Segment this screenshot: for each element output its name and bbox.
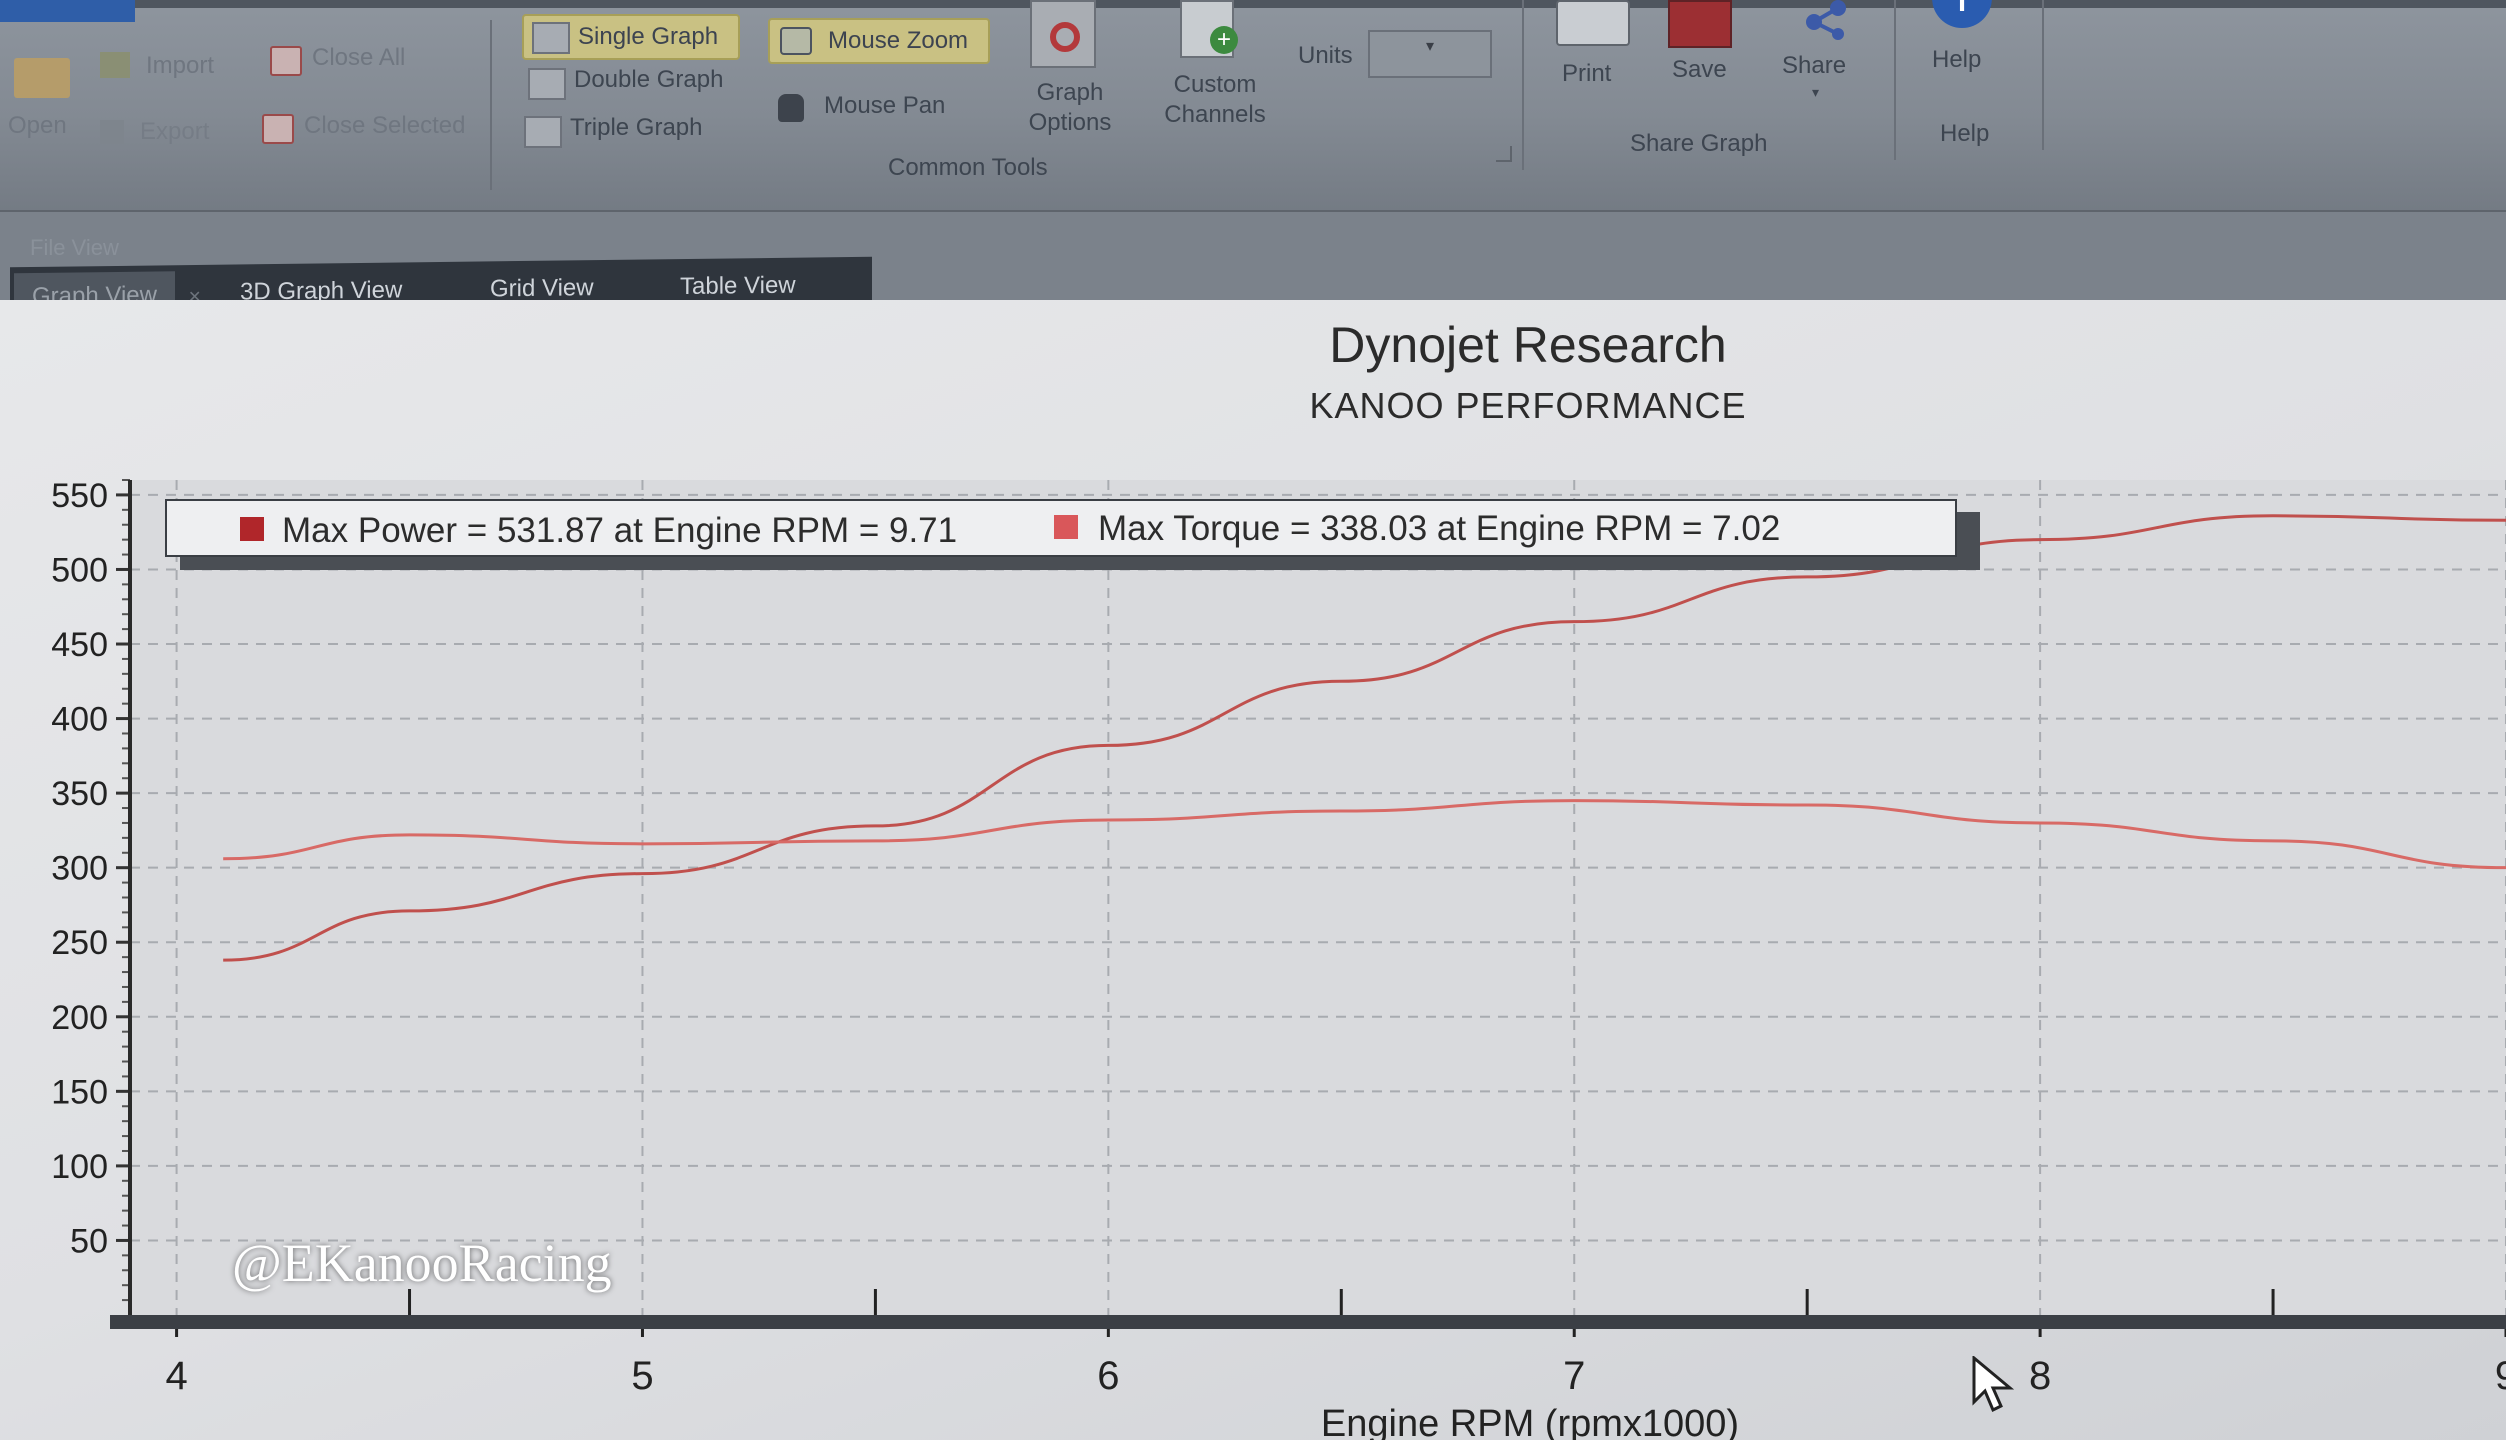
close-all-label: Close All <box>312 44 406 71</box>
legend: Max Power = 531.87 at Engine RPM = 9.71 … <box>165 499 1980 570</box>
units-label: Units <box>1298 42 1353 69</box>
tab-table-view[interactable]: Table View <box>680 272 796 301</box>
help-label: Help <box>1932 46 1982 73</box>
x-tick-label: 6 <box>1097 1354 1119 1398</box>
mouse-zoom-button[interactable]: Mouse Zoom <box>768 18 990 64</box>
y-tick-label: 400 <box>51 701 108 739</box>
open-button[interactable]: Open <box>8 50 78 140</box>
import-icon <box>100 52 130 78</box>
legend-swatch-torque <box>1054 515 1078 539</box>
graph-options-label: Graph Options <box>1028 79 1112 136</box>
x-axis-bar <box>110 1315 2506 1329</box>
share-graph-group-label: Share Graph <box>1630 130 1768 157</box>
mouse-pan-label: Mouse Pan <box>824 92 946 119</box>
magnifier-icon <box>780 27 812 55</box>
save-label: Save <box>1672 56 1727 83</box>
y-tick-label: 50 <box>70 1222 108 1260</box>
close-selected-label: Close Selected <box>304 112 466 139</box>
group-separator <box>490 20 492 190</box>
y-tick-label: 100 <box>51 1148 108 1186</box>
common-tools-group-label: Common Tools <box>888 154 1048 181</box>
floppy-disk-icon <box>1668 0 1732 48</box>
help-info-icon: i <box>1932 0 1992 28</box>
legend-torque-label: Max Torque = 338.03 at Engine RPM = 7.02 <box>1098 509 1780 548</box>
y-tick-label: 150 <box>51 1073 108 1111</box>
share-button[interactable]: Share ▾ <box>1776 0 1876 110</box>
save-button[interactable]: Save <box>1662 0 1752 100</box>
triple-graph-label: Triple Graph <box>570 114 703 141</box>
triple-graph-icon <box>524 116 562 148</box>
y-tick-label: 500 <box>51 551 108 589</box>
group-separator <box>1894 0 1896 160</box>
y-tick-label: 350 <box>51 775 108 813</box>
single-graph-icon <box>532 22 570 54</box>
group-separator <box>2042 0 2044 150</box>
graph-options-icon <box>1030 0 1096 68</box>
chart-subtitle: KANOO PERFORMANCE <box>1309 385 1746 426</box>
chart-title: Dynojet Research <box>1329 317 1726 373</box>
gear-icon <box>1050 22 1080 52</box>
export-icon <box>100 120 124 144</box>
single-graph-button[interactable]: Single Graph <box>522 14 740 60</box>
legend-swatch-power <box>240 517 264 541</box>
printer-icon <box>1556 0 1630 46</box>
x-tick-label: 9 <box>2495 1354 2506 1398</box>
close-all-icon <box>270 46 302 76</box>
x-tick-label: 8 <box>2029 1354 2051 1398</box>
group-launcher-icon[interactable] <box>1496 146 1512 162</box>
share-dropdown-arrow-icon: ▾ <box>1812 84 1820 100</box>
single-graph-label: Single Graph <box>578 23 719 50</box>
print-button[interactable]: Print <box>1548 0 1638 100</box>
open-label: Open <box>8 112 67 139</box>
watermark-handle: @EKanooRacing <box>232 1233 612 1293</box>
double-graph-icon <box>528 68 566 100</box>
export-label: Export <box>140 118 210 145</box>
y-tick-label: 250 <box>51 924 108 962</box>
custom-channels-label: Custom Channels <box>1164 71 1266 128</box>
units-dropdown[interactable]: ▾ <box>1368 30 1492 78</box>
hand-icon <box>778 94 804 122</box>
x-axis-label: Engine RPM (rpmx1000) <box>1321 1403 1739 1440</box>
custom-channels-button[interactable]: + Custom Channels <box>1150 0 1280 140</box>
help-group-label: Help <box>1940 120 1990 147</box>
y-tick-label: 550 <box>51 477 108 515</box>
open-folder-icon <box>14 58 70 98</box>
y-tick-label: 200 <box>51 999 108 1037</box>
chevron-down-icon: ▾ <box>1426 38 1435 55</box>
group-separator <box>1522 0 1524 170</box>
x-tick-label: 5 <box>631 1354 653 1398</box>
mouse-zoom-label: Mouse Zoom <box>828 27 969 54</box>
share-label: Share <box>1782 52 1847 79</box>
help-button[interactable]: i Help <box>1914 0 2014 90</box>
legend-power-label: Max Power = 531.87 at Engine RPM = 9.71 <box>282 511 957 550</box>
x-tick-label: 7 <box>1563 1354 1585 1398</box>
graph-options-button[interactable]: Graph Options <box>1016 0 1116 145</box>
app-menu-tab[interactable] <box>0 0 135 22</box>
file-view-label: File View <box>30 235 119 260</box>
graph-panel: Dynojet Research KANOO PERFORMANCE 50 100… <box>0 300 2506 1440</box>
y-tick-label: 450 <box>51 626 108 664</box>
print-label: Print <box>1562 60 1612 87</box>
import-label: Import <box>146 52 215 79</box>
ribbon-toolbar: Open Import Export Close All Close Selec… <box>0 0 2506 212</box>
tab-grid-view[interactable]: Grid View <box>490 274 594 303</box>
add-channel-icon: + <box>1210 26 1238 54</box>
y-tick-label: 300 <box>51 850 108 888</box>
mouse-cursor-icon <box>1972 1356 2015 1413</box>
custom-channels-icon: + <box>1180 0 1238 58</box>
plot-area <box>130 480 2506 1315</box>
share-icon <box>1806 0 1846 40</box>
x-tick-label: 4 <box>165 1354 187 1398</box>
close-selected-icon <box>262 114 294 144</box>
double-graph-label: Double Graph <box>574 66 724 93</box>
